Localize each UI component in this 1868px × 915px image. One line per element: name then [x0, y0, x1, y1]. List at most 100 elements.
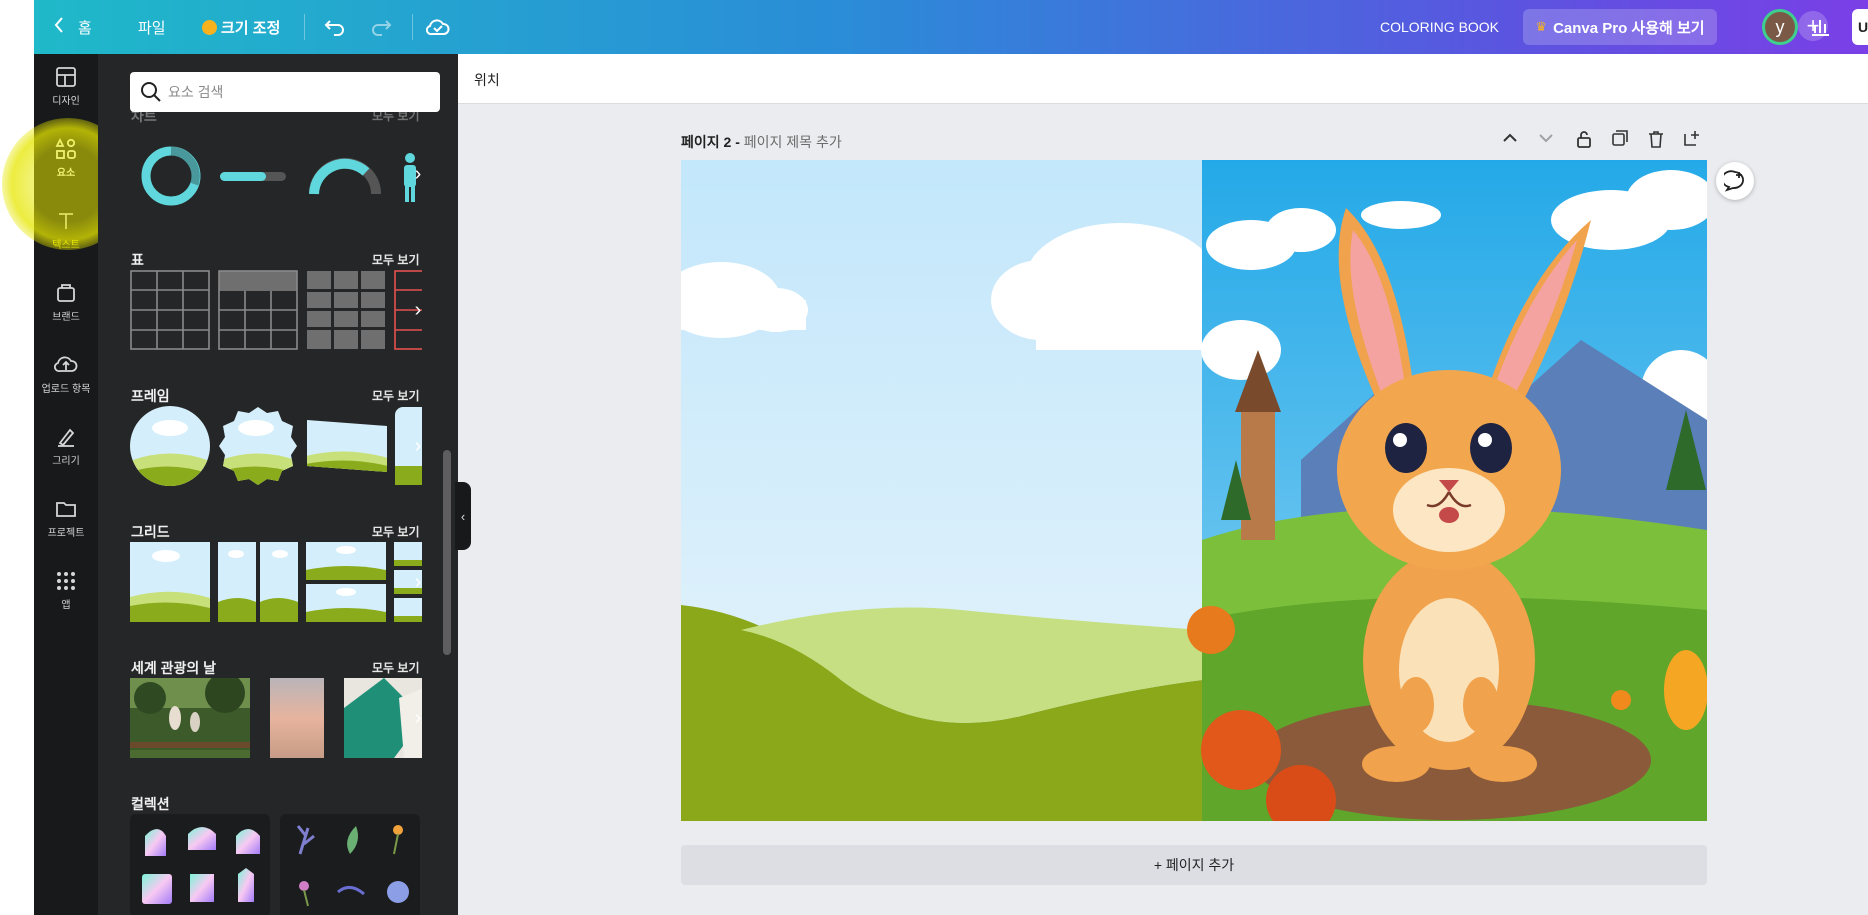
table-element[interactable]	[130, 270, 210, 350]
undo-icon	[324, 20, 344, 36]
scalloped-frame-element[interactable]	[218, 406, 298, 486]
elements-panel: 차트 모두 보기 표 모두 보기 프레임 모두 보기 그리드 모두 보기 세계 …	[98, 54, 458, 915]
rail-label: 요소	[56, 167, 76, 179]
section-title-collections: 컬렉션	[131, 796, 170, 812]
undo-button[interactable]	[324, 0, 346, 54]
section-title-tables: 표	[131, 252, 144, 268]
layout-icon	[56, 66, 76, 87]
share-label: U	[1858, 19, 1868, 35]
redo-icon	[372, 20, 392, 36]
chevron-down-icon	[1539, 134, 1553, 143]
photo-beach-sunset[interactable]	[270, 678, 324, 758]
see-all-tourism[interactable]: 모두 보기	[372, 659, 420, 676]
resize-button[interactable]: 크기 조정	[202, 0, 280, 54]
rail-item-elements[interactable]: 요소	[34, 126, 98, 190]
top-toolbar: 홈 파일 크기 조정 COLORING BOOK ♛ Canva Pro 사용해…	[34, 0, 1868, 54]
side-rail: 디자인 요소 텍스트 브랜드 업로드 항목 그리기 프로젝트 앱	[34, 54, 98, 915]
file-menu[interactable]: 파일	[138, 0, 166, 54]
delete-page-button[interactable]	[1648, 130, 1664, 153]
save-status-button[interactable]	[426, 0, 450, 54]
grid-two-column-element[interactable]	[218, 542, 298, 622]
page-artwork	[681, 160, 1707, 821]
add-page-label: + 페이지 추가	[1153, 857, 1235, 873]
brand-icon	[57, 283, 75, 302]
rail-label: 그리기	[52, 455, 80, 467]
page-number: 페이지 2 -	[681, 134, 740, 150]
table-header-element[interactable]	[218, 270, 298, 350]
see-all-frames[interactable]: 모두 보기	[372, 387, 420, 404]
tourism-next-arrow[interactable]: ›	[406, 698, 430, 738]
grid-single-element[interactable]	[130, 542, 210, 622]
add-page-button[interactable]: + 페이지 추가	[681, 845, 1707, 885]
page-title-input[interactable]: 페이지 제목 추가	[744, 134, 842, 150]
unlock-icon	[1577, 131, 1591, 148]
charts-next-arrow[interactable]: ›	[406, 154, 430, 194]
rail-item-text[interactable]: 텍스트	[34, 198, 98, 262]
rail-label: 디자인	[52, 95, 80, 107]
search-input[interactable]: 요소 검색	[168, 82, 223, 102]
see-all-tables[interactable]: 모두 보기	[372, 251, 420, 268]
holographic-shapes-icon	[142, 827, 260, 904]
design-page[interactable]	[681, 160, 1707, 821]
frames-next-arrow[interactable]: ›	[406, 426, 430, 466]
resize-label: 크기 조정	[221, 19, 281, 37]
add-page-after-button[interactable]	[1684, 130, 1700, 151]
grid-two-row-element[interactable]	[306, 542, 386, 622]
crown-icon: ♛	[1535, 19, 1548, 34]
add-comment-button[interactable]	[1716, 162, 1754, 200]
collection-holographic[interactable]	[130, 814, 270, 915]
draw-icon	[58, 428, 75, 447]
rail-item-brand[interactable]: 브랜드	[34, 270, 98, 334]
donut-chart-element[interactable]	[136, 136, 206, 216]
avatar[interactable]: y	[1762, 9, 1798, 45]
grids-next-arrow[interactable]: ›	[406, 562, 430, 602]
chevron-right-icon: ›	[414, 434, 422, 457]
comment-plus-icon	[1724, 170, 1744, 192]
duplicate-page-button[interactable]	[1612, 130, 1628, 151]
share-button[interactable]: U	[1852, 9, 1868, 45]
try-canva-pro-button[interactable]: ♛ Canva Pro 사용해 보기	[1523, 9, 1717, 45]
rail-item-draw[interactable]: 그리기	[34, 414, 98, 478]
divider	[412, 14, 413, 40]
move-page-down-button[interactable]	[1538, 130, 1554, 151]
tables-next-arrow[interactable]: ›	[406, 290, 430, 330]
position-button[interactable]: 위치	[474, 70, 500, 90]
move-page-up-button[interactable]	[1502, 130, 1518, 151]
circle-frame-element[interactable]	[130, 406, 210, 486]
rail-item-apps[interactable]: 앱	[34, 558, 98, 622]
see-all-grids[interactable]: 모두 보기	[372, 523, 420, 540]
cloud-check-icon	[426, 19, 450, 36]
rail-item-design[interactable]: 디자인	[34, 54, 98, 118]
document-title[interactable]: COLORING BOOK	[1380, 0, 1499, 54]
redo-button[interactable]	[370, 0, 392, 54]
lock-page-button[interactable]	[1576, 130, 1592, 153]
panel-scrollbar[interactable]	[443, 450, 451, 655]
charts-row	[130, 136, 422, 216]
table-filled-element[interactable]	[306, 270, 386, 350]
bunny-illustration	[1187, 160, 1707, 821]
collection-florals[interactable]	[280, 814, 420, 915]
chevron-right-icon: ›	[414, 570, 422, 593]
collapse-panel-button[interactable]: ‹	[455, 482, 471, 550]
rail-label: 업로드 항목	[41, 383, 91, 395]
rail-item-uploads[interactable]: 업로드 항목	[34, 342, 98, 406]
canva-editor: 홈 파일 크기 조정 COLORING BOOK ♛ Canva Pro 사용해…	[0, 0, 1868, 915]
chevron-right-icon: ›	[414, 162, 422, 185]
grids-row	[130, 542, 422, 622]
chevron-right-icon: ›	[414, 706, 422, 729]
elements-search-box[interactable]: 요소 검색	[130, 72, 440, 112]
skewed-frame-element[interactable]	[306, 406, 388, 486]
position-toolbar: 위치	[458, 54, 1868, 104]
tables-row	[130, 270, 422, 350]
rail-label: 앱	[61, 599, 71, 611]
chevron-up-icon	[1503, 133, 1517, 142]
photo-forest-hikers[interactable]	[130, 678, 250, 758]
home-button[interactable]: 홈	[54, 0, 92, 54]
insights-button[interactable]	[1810, 0, 1830, 54]
search-icon	[141, 82, 161, 102]
rail-item-projects[interactable]: 프로젝트	[34, 486, 98, 550]
apps-grid-icon	[57, 571, 75, 590]
file-label: 파일	[138, 19, 166, 37]
progress-bar-element[interactable]	[218, 136, 288, 216]
gauge-element[interactable]	[308, 136, 382, 216]
